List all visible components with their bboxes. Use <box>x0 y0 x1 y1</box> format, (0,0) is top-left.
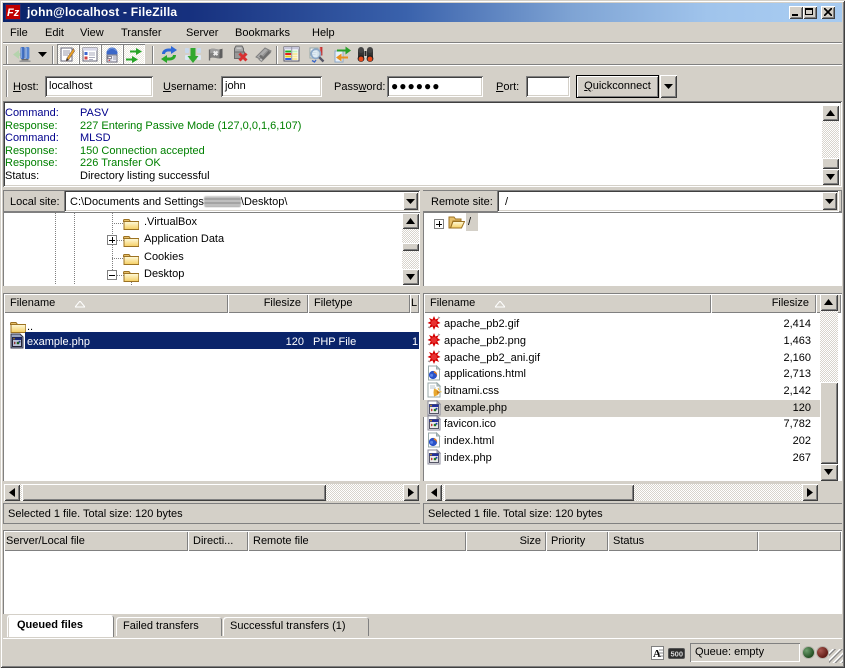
svg-text:Fz: Fz <box>7 7 20 19</box>
svg-text:500: 500 <box>671 650 684 659</box>
